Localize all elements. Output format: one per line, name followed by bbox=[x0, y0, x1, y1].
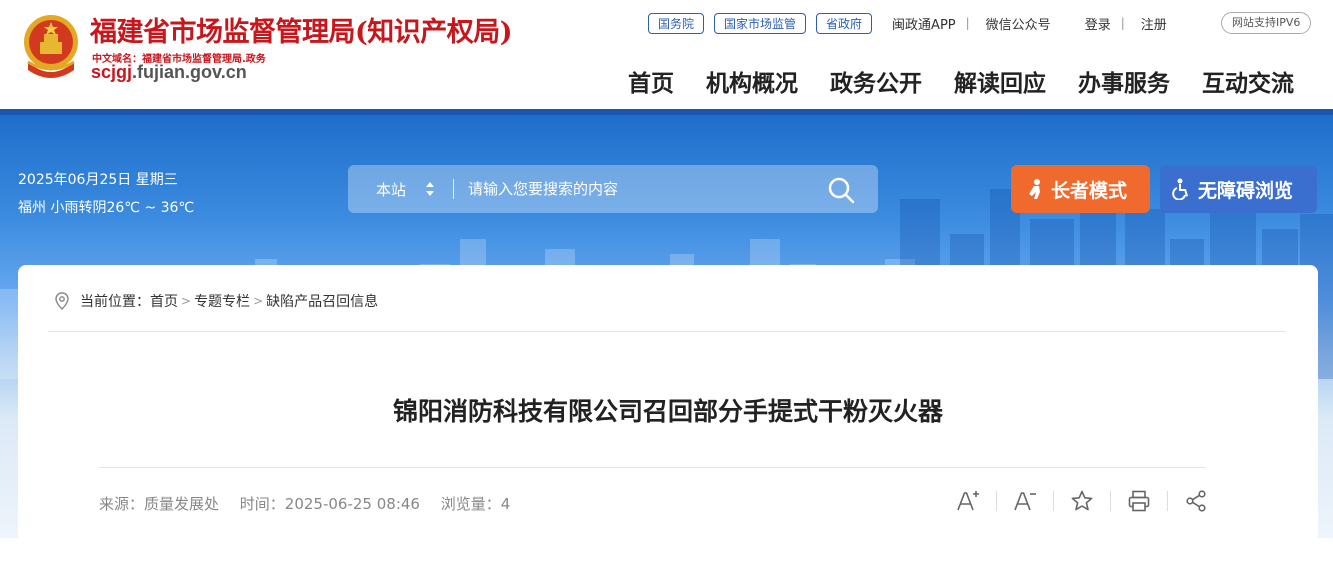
font-decrease-icon[interactable] bbox=[1013, 489, 1037, 513]
nav-gov-affairs[interactable]: 政务公开 bbox=[830, 64, 922, 98]
search-divider bbox=[453, 179, 454, 199]
breadcrumb-home[interactable]: 首页 bbox=[150, 291, 178, 311]
article-meta: 来源：质量发展处 时间：2025-06-25 08:46 浏览量：4 bbox=[99, 493, 526, 514]
site-header: 福建省市场监督管理局(知识产权局) 中文域名：福建省市场监督管理局.政务 scj… bbox=[0, 0, 1333, 110]
breadcrumb-separator: > bbox=[253, 294, 264, 308]
divider bbox=[48, 331, 1286, 332]
english-domain: scjgj.fujian.gov.cn bbox=[91, 62, 247, 83]
accessible-browse-label: 无障碍浏览 bbox=[1198, 179, 1294, 202]
tool-separator bbox=[1110, 491, 1111, 511]
link-wechat[interactable]: 微信公众号 bbox=[986, 14, 1051, 33]
emblem-icon[interactable] bbox=[22, 12, 80, 80]
register-link[interactable]: 注册 bbox=[1141, 14, 1167, 33]
weather-info: 福州 小雨转阴26℃ ~ 36℃ bbox=[18, 200, 195, 216]
font-increase-icon[interactable] bbox=[956, 489, 980, 513]
article-title: 锦阳消防科技有限公司召回部分手提式干粉灭火器 bbox=[392, 397, 943, 426]
nav-interaction[interactable]: 互动交流 bbox=[1202, 64, 1294, 98]
link-state-council[interactable]: 国务院 bbox=[648, 12, 705, 34]
search-bar: 本站 bbox=[348, 165, 878, 213]
elder-mode-label: 长者模式 bbox=[1051, 179, 1128, 202]
link-app[interactable]: 闽政通APP bbox=[892, 14, 956, 33]
divider bbox=[99, 467, 1206, 468]
search-scope-select[interactable]: 本站 bbox=[376, 179, 406, 200]
ipv6-badge: 网站支持IPV6 bbox=[1221, 12, 1312, 34]
article-views: 浏览量：4 bbox=[440, 495, 511, 513]
sort-caret-icon[interactable] bbox=[424, 177, 436, 201]
current-date: 2025年06月25日 星期三 bbox=[18, 172, 178, 188]
nav-organization[interactable]: 机构概况 bbox=[706, 64, 798, 98]
domain-highlight: scjgj bbox=[91, 62, 133, 82]
nav-home[interactable]: 首页 bbox=[628, 64, 674, 98]
breadcrumb: 当前位置： 首页 > 专题专栏 > 缺陷产品召回信息 bbox=[54, 291, 378, 311]
breadcrumb-special-topics[interactable]: 专题专栏 bbox=[194, 291, 250, 311]
share-icon[interactable] bbox=[1184, 489, 1208, 513]
nav-interpretation[interactable]: 解读回应 bbox=[954, 64, 1046, 98]
accessible-browse-button[interactable]: 无障碍浏览 bbox=[1160, 165, 1317, 213]
wheelchair-icon bbox=[1172, 178, 1188, 200]
main-nav: 首页 机构概况 政务公开 解读回应 办事服务 互动交流 bbox=[628, 64, 1294, 98]
nav-services[interactable]: 办事服务 bbox=[1078, 64, 1170, 98]
elder-icon bbox=[1029, 179, 1040, 199]
search-icon[interactable] bbox=[826, 175, 856, 205]
link-provincial-gov[interactable]: 省政府 bbox=[816, 12, 873, 34]
tool-separator bbox=[996, 491, 997, 511]
search-input[interactable] bbox=[468, 174, 808, 204]
tool-separator bbox=[1167, 491, 1168, 511]
star-icon[interactable] bbox=[1070, 489, 1094, 513]
top-links: 国务院 国家市场监管 省政府 闽政通APP | 微信公众号 登录 | 注册 bbox=[648, 12, 1171, 34]
breadcrumb-label: 当前位置： bbox=[80, 294, 150, 310]
separator: | bbox=[965, 16, 970, 30]
article-tools bbox=[956, 489, 1208, 513]
banner-top-bar bbox=[0, 109, 1333, 115]
breadcrumb-recall-info[interactable]: 缺陷产品召回信息 bbox=[266, 291, 378, 311]
link-samr[interactable]: 国家市场监管 bbox=[714, 12, 807, 34]
tool-separator bbox=[1053, 491, 1054, 511]
article-time: 时间：2025-06-25 08:46 bbox=[239, 495, 420, 513]
domain-rest: .fujian.gov.cn bbox=[132, 62, 247, 82]
print-icon[interactable] bbox=[1127, 489, 1151, 513]
login-link[interactable]: 登录 bbox=[1085, 14, 1111, 33]
separator: | bbox=[1120, 16, 1125, 30]
site-title[interactable]: 福建省市场监督管理局(知识产权局) bbox=[90, 10, 513, 49]
article-card: 当前位置： 首页 > 专题专栏 > 缺陷产品召回信息 锦阳消防科技有限公司召回部… bbox=[18, 265, 1318, 565]
article-source: 来源：质量发展处 bbox=[99, 495, 220, 513]
location-pin-icon bbox=[55, 292, 69, 310]
breadcrumb-separator: > bbox=[181, 294, 192, 308]
elder-mode-button[interactable]: 长者模式 bbox=[1011, 165, 1150, 213]
